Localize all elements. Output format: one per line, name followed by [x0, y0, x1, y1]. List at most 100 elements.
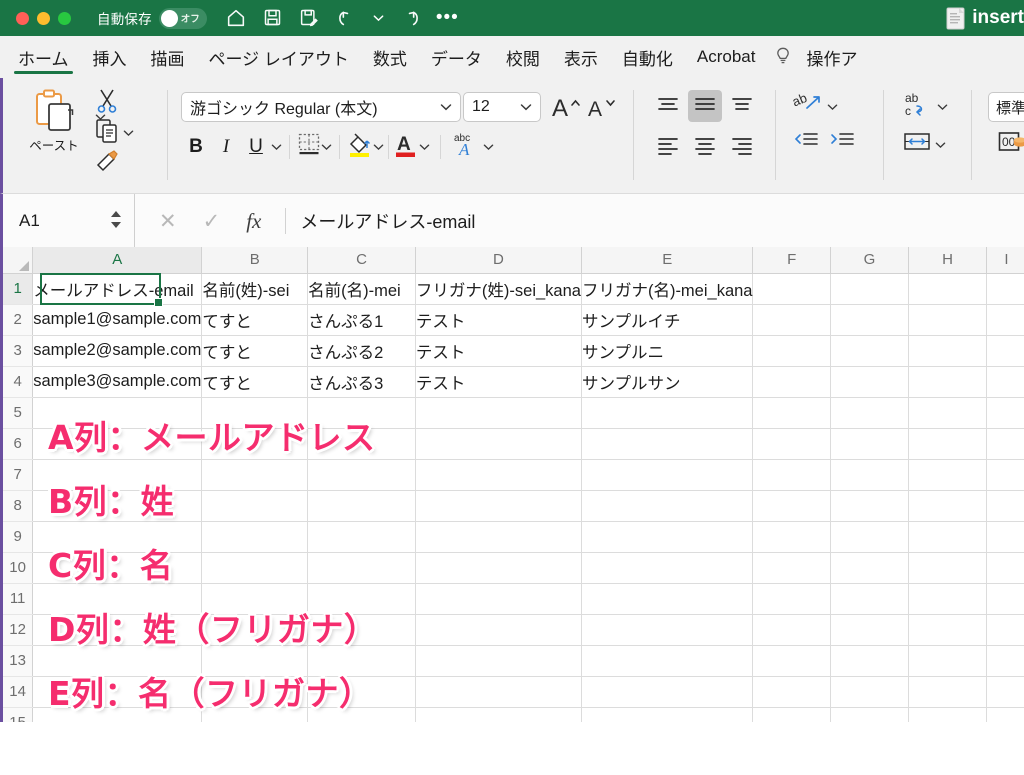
- cell-h4[interactable]: [908, 366, 987, 398]
- phonetic-guide-icon[interactable]: abc A: [451, 130, 483, 163]
- row-header-13[interactable]: 13: [3, 645, 34, 677]
- column-header-c[interactable]: C: [307, 247, 416, 274]
- cell-b15[interactable]: [201, 707, 309, 722]
- tab-acrobat[interactable]: Acrobat: [685, 36, 768, 78]
- decrease-indent-icon[interactable]: [793, 130, 819, 157]
- cell-g15[interactable]: [830, 707, 910, 722]
- merge-cells-chevron-down-icon[interactable]: [935, 136, 946, 154]
- cell-d10[interactable]: [415, 552, 582, 584]
- cut-icon[interactable]: [95, 88, 119, 119]
- cell-h8[interactable]: [908, 490, 987, 522]
- cell-b7[interactable]: [201, 459, 309, 491]
- column-header-h[interactable]: H: [908, 247, 987, 274]
- close-window-button[interactable]: [16, 11, 29, 25]
- cell-g10[interactable]: [830, 552, 910, 584]
- row-header-7[interactable]: 7: [3, 459, 34, 491]
- tab-automate[interactable]: 自動化: [610, 36, 685, 78]
- increase-indent-icon[interactable]: [829, 130, 855, 157]
- cell-c6[interactable]: [307, 428, 416, 460]
- cell-f13[interactable]: [752, 645, 831, 677]
- maximize-window-button[interactable]: [58, 11, 71, 25]
- cell-a15[interactable]: [32, 707, 203, 722]
- cell-i4[interactable]: [986, 366, 1024, 398]
- cell-b10[interactable]: [201, 552, 309, 584]
- paste-group[interactable]: ペースト: [15, 84, 93, 154]
- decrease-font-size-icon[interactable]: A: [587, 93, 617, 126]
- window-controls[interactable]: [16, 11, 71, 25]
- borders-icon[interactable]: [297, 132, 321, 161]
- copy-chevron-down-icon[interactable]: [123, 124, 134, 142]
- align-right-icon[interactable]: [725, 130, 759, 162]
- cell-g1[interactable]: [830, 273, 910, 305]
- cell-d15[interactable]: [415, 707, 582, 722]
- cell-g3[interactable]: [830, 335, 910, 367]
- font-name-input[interactable]: 游ゴシック Regular (本文): [181, 92, 461, 122]
- home-icon[interactable]: [225, 7, 247, 29]
- row-header-10[interactable]: 10: [3, 552, 34, 584]
- cell-g14[interactable]: [830, 676, 910, 708]
- cell-g9[interactable]: [830, 521, 910, 553]
- cell-b14[interactable]: [201, 676, 309, 708]
- row-header-12[interactable]: 12: [3, 614, 34, 646]
- column-header-a[interactable]: A: [32, 247, 203, 274]
- cell-d4[interactable]: テスト: [415, 366, 582, 398]
- spreadsheet-grid[interactable]: A B C D E F G H I 1 メールアドレス-email 名前(姓)-…: [0, 247, 1024, 722]
- tab-review[interactable]: 校閲: [494, 36, 552, 78]
- wrap-text-chevron-down-icon[interactable]: [937, 98, 948, 116]
- increase-font-size-icon[interactable]: A: [551, 93, 581, 126]
- cell-c1[interactable]: 名前(名)-mei: [307, 273, 416, 305]
- cell-h7[interactable]: [908, 459, 987, 491]
- cell-e9[interactable]: [581, 521, 754, 553]
- row-header-2[interactable]: 2: [3, 304, 34, 336]
- cell-e11[interactable]: [581, 583, 754, 615]
- column-header-i[interactable]: I: [986, 247, 1024, 274]
- cell-h9[interactable]: [908, 521, 987, 553]
- text-orientation-chevron-down-icon[interactable]: [827, 98, 838, 116]
- align-center-icon[interactable]: [688, 130, 722, 162]
- text-orientation-icon[interactable]: ab: [790, 90, 823, 123]
- font-color-icon[interactable]: A: [393, 131, 419, 162]
- cell-h15[interactable]: [908, 707, 987, 722]
- cell-a10[interactable]: [32, 552, 203, 584]
- tab-home[interactable]: ホーム: [6, 36, 81, 78]
- cell-b12[interactable]: [201, 614, 309, 646]
- confirm-entry-icon[interactable]: ✓: [203, 209, 221, 234]
- cell-c12[interactable]: [307, 614, 416, 646]
- cell-e5[interactable]: [581, 397, 754, 429]
- row-header-5[interactable]: 5: [3, 397, 34, 429]
- cell-g13[interactable]: [830, 645, 910, 677]
- cell-g6[interactable]: [830, 428, 910, 460]
- cell-g4[interactable]: [830, 366, 910, 398]
- cell-b6[interactable]: [201, 428, 309, 460]
- font-size-input[interactable]: 12: [463, 92, 541, 122]
- cell-c8[interactable]: [307, 490, 416, 522]
- cell-f10[interactable]: [752, 552, 831, 584]
- cell-h13[interactable]: [908, 645, 987, 677]
- cell-c3[interactable]: さんぷる2: [307, 335, 416, 367]
- phonetic-guide-chevron-down-icon[interactable]: [483, 138, 494, 156]
- cell-i12[interactable]: [986, 614, 1024, 646]
- cell-h10[interactable]: [908, 552, 987, 584]
- cell-e1[interactable]: フリガナ(名)-mei_kana: [581, 273, 754, 305]
- cell-f5[interactable]: [752, 397, 831, 429]
- cell-f1[interactable]: [752, 273, 831, 305]
- cell-c13[interactable]: [307, 645, 416, 677]
- cell-a1[interactable]: メールアドレス-email: [32, 273, 203, 305]
- cell-i15[interactable]: [986, 707, 1024, 722]
- cell-f2[interactable]: [752, 304, 831, 336]
- cell-f3[interactable]: [752, 335, 831, 367]
- cell-i10[interactable]: [986, 552, 1024, 584]
- cancel-entry-icon[interactable]: ✕: [159, 209, 177, 234]
- align-left-icon[interactable]: [651, 130, 685, 162]
- save-as-icon[interactable]: [299, 7, 321, 29]
- cell-d14[interactable]: [415, 676, 582, 708]
- cell-c15[interactable]: [307, 707, 416, 722]
- cell-f12[interactable]: [752, 614, 831, 646]
- cell-i2[interactable]: [986, 304, 1024, 336]
- cell-h14[interactable]: [908, 676, 987, 708]
- accounting-format-icon[interactable]: 00: [998, 130, 1024, 161]
- cell-i13[interactable]: [986, 645, 1024, 677]
- row-header-6[interactable]: 6: [3, 428, 34, 460]
- cell-h2[interactable]: [908, 304, 987, 336]
- cell-f6[interactable]: [752, 428, 831, 460]
